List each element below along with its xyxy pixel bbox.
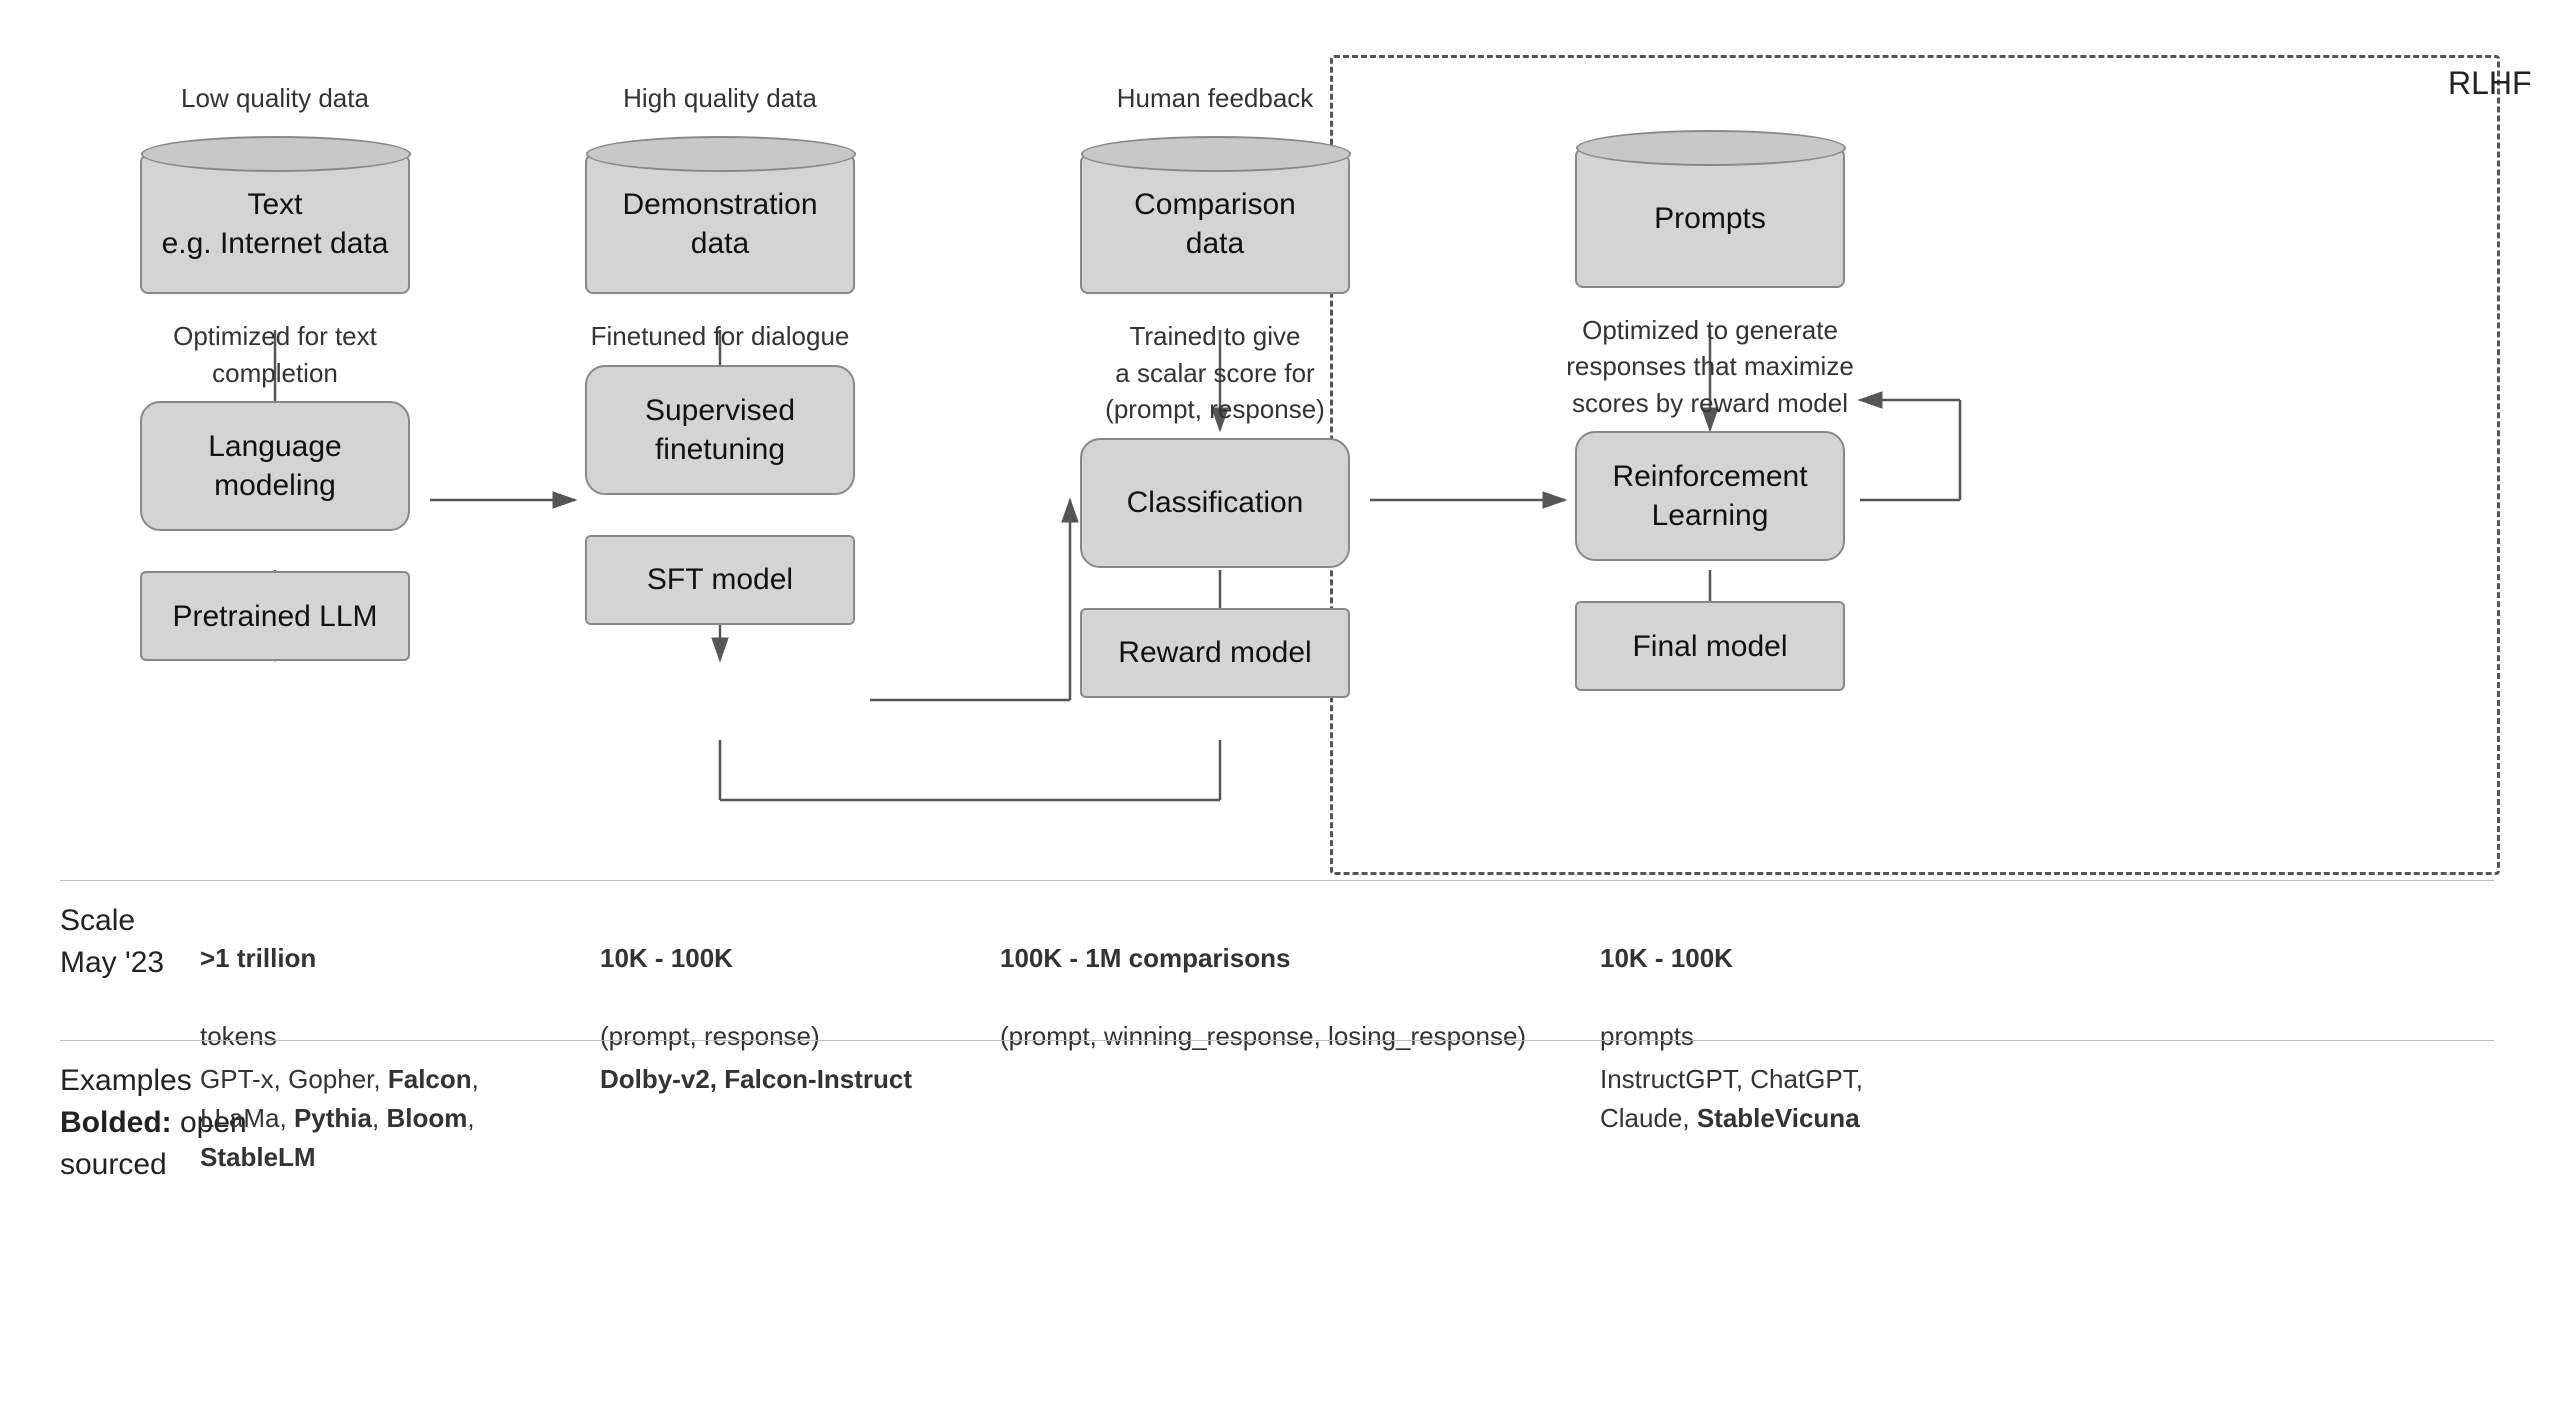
- examples-col1: GPT-x, Gopher, Falcon, LLaMa, Pythia, Bl…: [200, 1060, 479, 1177]
- col3-output-text: Reward model: [1118, 633, 1311, 672]
- col2-output-text: SFT model: [647, 560, 793, 599]
- scale-col4-bold: 10K - 100K: [1600, 943, 1733, 973]
- col1-cylinder-body: Text e.g. Internet data: [140, 154, 410, 294]
- col2-output-box: SFT model: [585, 535, 855, 625]
- examples-col1-text: GPT-x, Gopher, Falcon, LLaMa, Pythia, Bl…: [200, 1060, 479, 1177]
- examples-col4-text: InstructGPT, ChatGPT, Claude, StableVicu…: [1600, 1060, 1863, 1138]
- scale-col1-sub: tokens: [200, 1021, 277, 1051]
- col3-process-text: Classification: [1127, 483, 1304, 522]
- examples-title-text: Examples: [60, 1064, 192, 1097]
- scale-col2-text: 10K - 100K (prompt, response): [600, 900, 820, 1056]
- scale-col2: 10K - 100K (prompt, response): [600, 900, 820, 1056]
- col4-cylinder: Prompts: [1575, 128, 1845, 288]
- col2-cylinder: Demonstration data: [585, 134, 855, 294]
- col1-output-box: Pretrained LLM: [140, 571, 410, 661]
- top-divider: [60, 880, 2494, 881]
- scale-col2-bold: 10K - 100K: [600, 943, 733, 973]
- scale-col1: >1 trillion tokens: [200, 900, 316, 1056]
- col3-output-box: Reward model: [1080, 608, 1350, 698]
- scale-col1-bold: >1 trillion: [200, 943, 316, 973]
- examples-sourced-label: sourced: [60, 1148, 167, 1181]
- col4-output-box: Final model: [1575, 601, 1845, 691]
- col4-process-text: Reinforcement Learning: [1612, 457, 1807, 535]
- col4-process-caption: Optimized to generate responses that max…: [1566, 312, 1854, 421]
- scale-col3: 100K - 1M comparisons (prompt, winning_r…: [1000, 900, 1526, 1056]
- col3-cylinder: Comparison data: [1080, 134, 1350, 294]
- scale-col4-text: 10K - 100K prompts: [1600, 900, 1733, 1056]
- scale-title: Scale May '23: [60, 900, 164, 984]
- col3-process-box: Classification: [1080, 438, 1350, 568]
- col2-cylinder-top: [586, 136, 856, 172]
- col3-process-caption: Trained to give a scalar score for (prom…: [1105, 318, 1325, 427]
- rlhf-label: RLHF: [2448, 65, 2532, 102]
- diagram-container: RLHF: [0, 0, 2554, 1428]
- col3-cylinder-text: Comparison data: [1134, 185, 1296, 263]
- scale-col4-sub: prompts: [1600, 1021, 1694, 1051]
- column-2: High quality data Demonstration data Fin…: [575, 80, 865, 625]
- col4-cylinder-text: Prompts: [1654, 199, 1766, 238]
- scale-section: Scale May '23: [60, 900, 164, 984]
- column-4: Prompts Optimized to generate responses …: [1565, 80, 1855, 691]
- scale-col3-sub: (prompt, winning_response, losing_respon…: [1000, 1021, 1526, 1051]
- col1-output-text: Pretrained LLM: [172, 597, 377, 636]
- col3-cylinder-top: [1081, 136, 1351, 172]
- col2-cylinder-text: Demonstration data: [622, 185, 817, 263]
- column-3: Human feedback Comparison data Trained t…: [1070, 80, 1360, 698]
- scale-col4: 10K - 100K prompts: [1600, 900, 1733, 1056]
- col1-data-label: Low quality data: [181, 80, 369, 116]
- column-1: Low quality data Text e.g. Internet data…: [130, 80, 420, 661]
- examples-col4: InstructGPT, ChatGPT, Claude, StableVicu…: [1600, 1060, 1863, 1138]
- col1-cylinder-text: Text e.g. Internet data: [162, 185, 389, 263]
- scale-col2-sub: (prompt, response): [600, 1021, 820, 1051]
- scale-col3-bold: 100K - 1M comparisons: [1000, 943, 1290, 973]
- col4-cylinder-body: Prompts: [1575, 148, 1845, 288]
- col3-cylinder-body: Comparison data: [1080, 154, 1350, 294]
- col2-cylinder-body: Demonstration data: [585, 154, 855, 294]
- col4-output-text: Final model: [1632, 627, 1787, 666]
- col1-process-box: Language modeling: [140, 401, 410, 531]
- col4-cylinder-top: [1576, 130, 1846, 166]
- col4-process-box: Reinforcement Learning: [1575, 431, 1845, 561]
- scale-col1-text: >1 trillion tokens: [200, 900, 316, 1056]
- examples-col2-text: Dolby-v2, Falcon-Instruct: [600, 1060, 912, 1099]
- col1-cylinder-top: [141, 136, 411, 172]
- col2-process-caption: Finetuned for dialogue: [591, 318, 850, 354]
- col1-cylinder: Text e.g. Internet data: [140, 134, 410, 294]
- col2-data-label: High quality data: [623, 80, 817, 116]
- col1-process-text: Language modeling: [208, 427, 341, 505]
- col2-process-text: Supervised finetuning: [645, 391, 795, 469]
- col2-process-box: Supervised finetuning: [585, 365, 855, 495]
- col1-process-caption: Optimized for text completion: [130, 318, 420, 391]
- scale-col3-text: 100K - 1M comparisons (prompt, winning_r…: [1000, 900, 1526, 1056]
- col3-data-label: Human feedback: [1117, 80, 1314, 116]
- examples-col2: Dolby-v2, Falcon-Instruct: [600, 1060, 912, 1099]
- rlhf-box: [1330, 55, 2500, 875]
- bottom-divider: [60, 1040, 2494, 1041]
